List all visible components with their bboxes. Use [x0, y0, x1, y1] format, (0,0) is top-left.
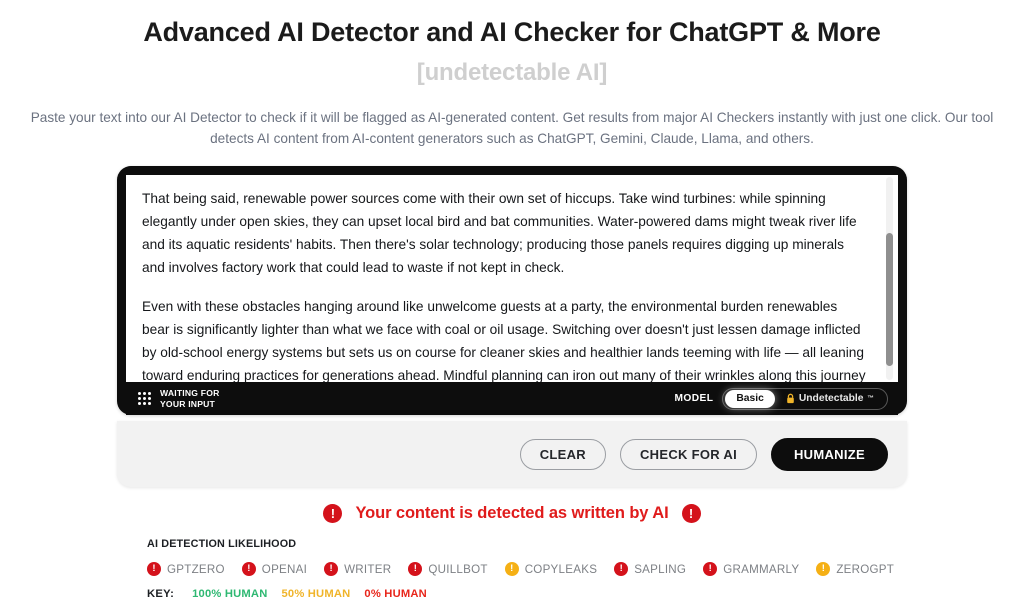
model-option-basic-label: Basic [736, 393, 764, 404]
legend-item-0-human: 0% HUMAN [364, 588, 427, 600]
status-icon: ! [408, 562, 423, 576]
status-icon: ! [147, 562, 161, 576]
detector-item-zerogpt[interactable]: ! ZEROGPT [816, 562, 894, 576]
check-for-ai-button[interactable]: CHECK FOR AI [619, 438, 757, 470]
model-toggle[interactable]: Basic Undetectable ™ [722, 387, 888, 410]
model-option-undetectable-label: Undetectable [798, 393, 864, 404]
page-title: Advanced AI Detector and AI Checker for … [143, 17, 881, 47]
page-description: Paste your text into our AI Detector to … [30, 109, 994, 146]
detector-item-gptzero[interactable]: ! GPTZERO [147, 562, 225, 576]
brand-subtitle: [undetectable AI] [416, 58, 608, 86]
detector-label: QUILLBOT [428, 562, 488, 576]
detection-result-banner: ! Your content is detected as written by… [0, 504, 1024, 523]
likelihood-title: AI DETECTION LIKELIHOOD [147, 538, 297, 550]
model-option-basic[interactable]: Basic [725, 389, 775, 408]
status-icon: ! [504, 562, 519, 576]
detector-item-copyleaks[interactable]: ! COPYLEAKS [504, 562, 598, 576]
status-icon: ! [241, 562, 256, 576]
humanize-button[interactable]: HUMANIZE [770, 437, 888, 471]
detector-item-grammarly[interactable]: ! GRAMMARLY [703, 562, 799, 576]
detector-label: SAPLING [634, 562, 687, 576]
detector-label: GPTZERO [167, 562, 225, 576]
detector-label: ZEROGPT [836, 562, 895, 576]
grid-dots-icon [138, 392, 151, 405]
alert-icon-left: ! [323, 504, 343, 523]
editor-scrollbar-thumb[interactable] [886, 233, 893, 366]
detector-label: COPYLEAKS [524, 562, 598, 576]
status-icon: ! [816, 562, 831, 576]
legend-item-50-human: 50% HUMAN [281, 588, 351, 600]
legend-key: KEY: 100% HUMAN 50% HUMAN 0% HUMAN [147, 588, 1007, 600]
status-text-line-1: WAITING FOR [160, 387, 220, 398]
status-text-line-2: YOUR INPUT [160, 398, 215, 409]
alert-icon-right: ! [681, 504, 701, 523]
detector-label: WRITER [344, 562, 392, 576]
lock-icon [786, 393, 795, 404]
detector-item-sapling[interactable]: ! SAPLING [614, 562, 686, 576]
text-editor[interactable]: That being said, renewable power sources… [126, 175, 898, 382]
detection-result-text: Your content is detected as written by A… [355, 504, 669, 522]
detector-item-writer[interactable]: ! WRITER [324, 562, 391, 576]
detector-label: OPENAI [261, 562, 308, 576]
status-icon: ! [614, 562, 629, 576]
editor-card: That being said, renewable power sources… [117, 166, 907, 415]
detector-item-openai[interactable]: ! OPENAI [241, 562, 308, 576]
ai-detector-page: Advanced AI Detector and AI Checker for … [0, 0, 1024, 613]
detector-item-quillbot[interactable]: ! QUILLBOT [408, 562, 487, 576]
editor-paragraph-1: That being said, renewable power sources… [142, 191, 857, 276]
detector-label: GRAMMARLY [723, 562, 800, 576]
status-text: WAITING FOR YOUR INPUT [160, 388, 220, 410]
model-label: MODEL [674, 393, 714, 404]
editor-statusbar: WAITING FOR YOUR INPUT MODEL Basic Undet… [126, 382, 898, 415]
status-icon: ! [703, 562, 718, 576]
legend-item-100-human: 100% HUMAN [192, 588, 268, 600]
model-option-undetectable[interactable]: Undetectable ™ [775, 390, 885, 408]
clear-button[interactable]: CLEAR [519, 438, 606, 470]
status-icon: ! [324, 562, 339, 576]
trademark-mark: ™ [867, 395, 875, 402]
ai-detection-likelihood-section: AI DETECTION LIKELIHOOD ! GPTZERO ! OPEN… [147, 538, 1007, 600]
legend-key-label: KEY: [147, 588, 175, 600]
action-bar: CLEAR CHECK FOR AI HUMANIZE [117, 421, 907, 487]
editor-paragraph-2: Even with these obstacles hanging around… [142, 299, 866, 382]
detector-list: ! GPTZERO ! OPENAI ! WRITER ! QUILLBOT !… [147, 562, 1007, 576]
model-selector-group: MODEL Basic Undetectable ™ [674, 387, 888, 410]
